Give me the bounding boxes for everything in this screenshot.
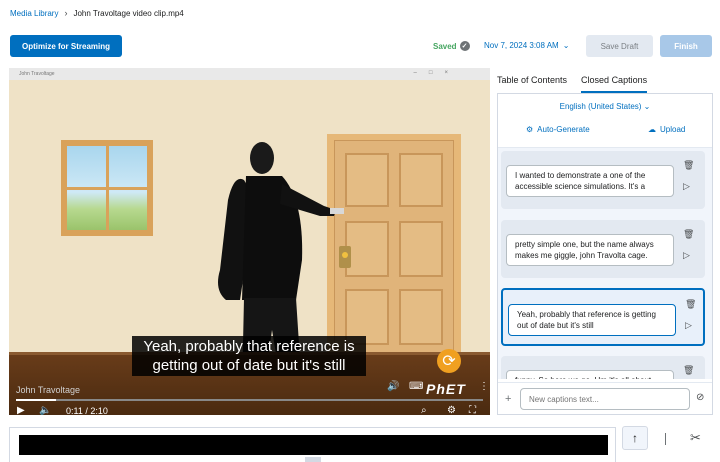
- caption-list[interactable]: I wanted to demonstrate a one of the acc…: [498, 147, 712, 379]
- volume-icon[interactable]: 🔈: [39, 405, 51, 415]
- new-caption-input[interactable]: [520, 388, 690, 410]
- cloud-upload-icon: ☁: [648, 125, 656, 134]
- upload-button[interactable]: ☁ Upload: [648, 125, 685, 134]
- caption-item: pretty simple one, but the name always m…: [501, 220, 705, 278]
- breadcrumb-current: John Travoltage video clip.mp4: [73, 8, 184, 18]
- check-icon: ✓: [459, 41, 470, 51]
- panel-tabs: Table of Contents Closed Captions: [497, 75, 661, 93]
- trash-icon[interactable]: 🗑: [683, 160, 694, 171]
- timeline-panel: [9, 427, 616, 462]
- breadcrumb: Media Library › John Travoltage video cl…: [10, 8, 184, 18]
- toolbar-divider: [665, 433, 666, 445]
- caption-item-selected: Yeah, probably that reference is getting…: [501, 288, 705, 346]
- phet-logo: PhET: [426, 381, 466, 397]
- sim-window-titlebar: John Travoltage –□×: [9, 68, 490, 80]
- optimize-for-streaming-button[interactable]: Optimize for Streaming: [10, 35, 122, 57]
- fullscreen-icon[interactable]: ⛶: [469, 405, 476, 415]
- video-watermark: John Travoltage: [16, 385, 81, 395]
- trash-icon[interactable]: 🗑: [683, 229, 694, 240]
- video-progress-bar[interactable]: [16, 399, 483, 401]
- caption-line-2: getting out of date but it's still: [152, 357, 346, 374]
- new-caption-row: + ⊘: [498, 382, 712, 414]
- plus-icon[interactable]: +: [505, 393, 511, 405]
- caption-item: funny. So here we go. Um it's all about …: [501, 356, 705, 379]
- cancel-icon[interactable]: ⊘: [696, 392, 704, 403]
- video-player[interactable]: John Travoltage –□× Yeah, probably that …: [9, 68, 490, 415]
- tab-closed-captions[interactable]: Closed Captions: [581, 75, 648, 93]
- sim-window-title: John Travoltage: [19, 71, 55, 77]
- keyboard-icon[interactable]: ⌨: [409, 381, 423, 392]
- play-caption-icon[interactable]: ▷: [683, 250, 690, 261]
- play-icon[interactable]: ▶: [17, 405, 25, 415]
- video-time: 0:11 / 2:10: [66, 406, 108, 415]
- video-progress-fill: [16, 399, 56, 401]
- gear-icon: ⚙: [526, 125, 534, 134]
- scissors-icon[interactable]: ✂: [690, 430, 701, 446]
- caption-actions: ⚙ Auto-Generate ☁ Upload: [498, 125, 712, 139]
- caption-line-1: Yeah, probably that reference is: [143, 338, 355, 355]
- language-dropdown[interactable]: English (United States) ⌄: [498, 102, 712, 111]
- timeline-track[interactable]: [19, 435, 608, 455]
- date-label: Nov 7, 2024 3:08 AM: [484, 41, 559, 50]
- caption-text-field[interactable]: pretty simple one, but the name always m…: [506, 234, 674, 266]
- reset-icon[interactable]: ⟳: [437, 349, 461, 373]
- caption-text-field[interactable]: funny. So here we go. Um it's all about: [506, 370, 674, 379]
- caption-text-field[interactable]: I wanted to demonstrate a one of the acc…: [506, 165, 674, 197]
- revision-date-dropdown[interactable]: Nov 7, 2024 3:08 AM ⌄: [484, 41, 569, 50]
- chevron-down-icon: ⌄: [643, 102, 651, 111]
- save-draft-button[interactable]: Save Draft: [586, 35, 653, 57]
- breadcrumb-separator: ›: [64, 8, 68, 18]
- settings-gear-icon[interactable]: ⚙: [447, 405, 456, 415]
- saved-label: Saved: [433, 41, 457, 51]
- upload-label: Upload: [660, 125, 686, 134]
- video-caption-overlay: Yeah, probably that reference is getting…: [132, 336, 366, 376]
- chevron-down-icon: ⌄: [562, 41, 570, 50]
- zoom-icon[interactable]: ⌕: [421, 405, 427, 415]
- caption-item: I wanted to demonstrate a one of the acc…: [501, 151, 705, 209]
- trash-icon[interactable]: 🗑: [685, 299, 696, 310]
- volume-sim-icon[interactable]: 🔊: [387, 381, 399, 392]
- arrow-up-icon[interactable]: ↑: [622, 426, 648, 450]
- timeline-resize-handle[interactable]: [305, 457, 321, 462]
- caption-text-field[interactable]: Yeah, probably that reference is getting…: [508, 304, 676, 336]
- play-caption-icon[interactable]: ▷: [683, 181, 690, 192]
- trash-icon[interactable]: 🗑: [683, 365, 694, 376]
- breadcrumb-media-library-link[interactable]: Media Library: [10, 9, 58, 18]
- play-caption-icon[interactable]: ▷: [685, 320, 692, 331]
- room-window-image: [61, 140, 153, 236]
- finish-button[interactable]: Finish: [660, 35, 712, 57]
- language-label: English (United States): [559, 102, 642, 111]
- menu-dots-icon[interactable]: ⋮: [479, 381, 489, 392]
- video-controls: John Travoltage PhET 🔊 ⌨ ⋮ ▶ 🔈 0:11 / 2:…: [9, 378, 490, 415]
- closed-captions-panel: English (United States) ⌄ ⚙ Auto-Generat…: [497, 93, 713, 415]
- auto-generate-label: Auto-Generate: [537, 125, 590, 134]
- auto-generate-button[interactable]: ⚙ Auto-Generate: [526, 125, 590, 134]
- tab-table-of-contents[interactable]: Table of Contents: [497, 75, 567, 93]
- saved-status: Saved ✓: [433, 41, 470, 51]
- window-buttons-icon: –□×: [413, 70, 460, 76]
